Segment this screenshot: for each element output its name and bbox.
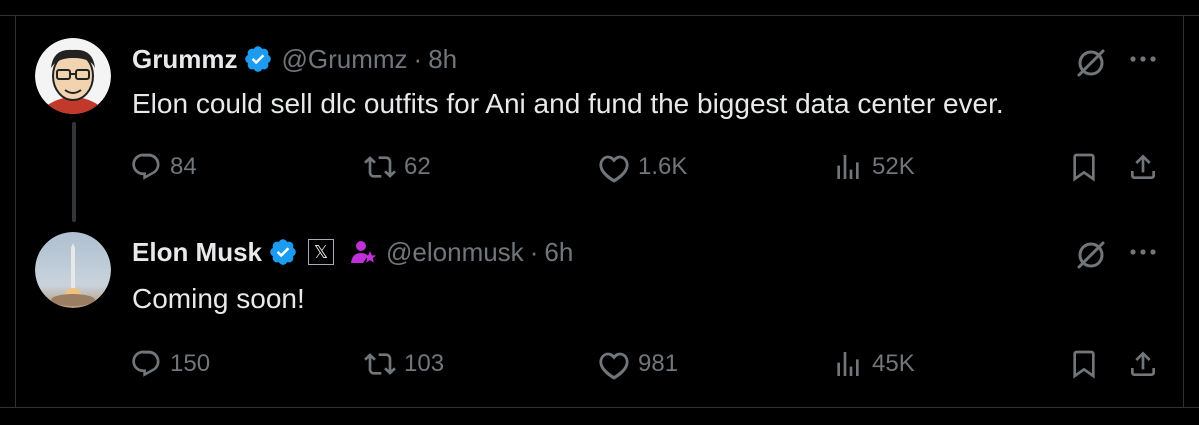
- timestamp[interactable]: 8h: [428, 44, 457, 75]
- separator-dot: ·: [529, 236, 539, 267]
- views-icon: [837, 352, 859, 376]
- retweet-icon: [364, 156, 396, 178]
- separator-dot: ·: [413, 43, 423, 74]
- display-name[interactable]: Grummz: [132, 44, 237, 75]
- reply-icon: [132, 350, 160, 377]
- retweet-icon: [364, 353, 396, 375]
- tweet-text: Coming soon!: [132, 283, 305, 314]
- more-icon[interactable]: [1125, 237, 1161, 267]
- reply-button[interactable]: 84: [130, 150, 197, 184]
- display-name[interactable]: Elon Musk: [132, 237, 262, 268]
- tweet-actions: 150 103 981 45K: [0, 347, 1199, 381]
- x-affiliate-badge[interactable]: 𝕏: [308, 239, 335, 265]
- government-affiliate-icon: [351, 241, 377, 263]
- bookmark-button[interactable]: [1068, 347, 1100, 381]
- handle[interactable]: @Grummz: [281, 44, 407, 75]
- tweet-header: Elon Musk 𝕏 @elonmusk · 6h: [132, 235, 573, 269]
- grok-icon[interactable]: [1073, 45, 1109, 81]
- avatar[interactable]: [35, 38, 111, 114]
- tweet-actions: 84 62 1.6K 52K: [0, 150, 1199, 184]
- reply-count: 150: [170, 350, 211, 377]
- tweet-header: Grummz @Grummz · 8h: [132, 42, 457, 76]
- retweet-button[interactable]: 103: [364, 347, 444, 381]
- grummz-avatar-image: [35, 38, 111, 114]
- like-button[interactable]: 1.6K: [598, 150, 687, 184]
- handle[interactable]: @elonmusk: [386, 237, 524, 268]
- elon-avatar-image: [35, 232, 111, 308]
- like-icon: [599, 352, 629, 380]
- reply-icon: [132, 153, 160, 180]
- like-button[interactable]: 981: [598, 347, 678, 381]
- avatar[interactable]: [35, 232, 111, 308]
- views-button[interactable]: 52K: [832, 150, 915, 184]
- retweet-button[interactable]: 62: [364, 150, 431, 184]
- frame-bottom-border: [0, 407, 1199, 408]
- share-button[interactable]: [1127, 150, 1159, 184]
- verified-icon: [245, 46, 272, 72]
- tweet-text: Elon could sell dlc outfits for Ani and …: [132, 88, 1004, 119]
- views-count: 52K: [872, 153, 915, 180]
- bookmark-icon: [1073, 153, 1095, 182]
- reply-button[interactable]: 150: [130, 347, 210, 381]
- like-count: 1.6K: [638, 153, 688, 180]
- bookmark-icon: [1073, 350, 1095, 379]
- reply-count: 84: [170, 153, 197, 180]
- retweet-count: 103: [404, 350, 445, 377]
- grok-icon[interactable]: [1073, 237, 1109, 273]
- like-icon: [599, 155, 629, 183]
- views-count: 45K: [872, 350, 915, 377]
- more-icon[interactable]: [1125, 44, 1161, 74]
- like-count: 981: [638, 350, 679, 377]
- share-button[interactable]: [1127, 347, 1159, 381]
- timestamp[interactable]: 6h: [544, 237, 573, 268]
- bookmark-button[interactable]: [1068, 150, 1100, 184]
- views-icon: [837, 155, 859, 179]
- share-icon: [1131, 154, 1155, 179]
- views-button[interactable]: 45K: [832, 347, 915, 381]
- retweet-count: 62: [404, 153, 431, 180]
- verified-icon: [270, 239, 296, 265]
- share-icon: [1131, 351, 1155, 376]
- frame-top-border: [0, 15, 1199, 16]
